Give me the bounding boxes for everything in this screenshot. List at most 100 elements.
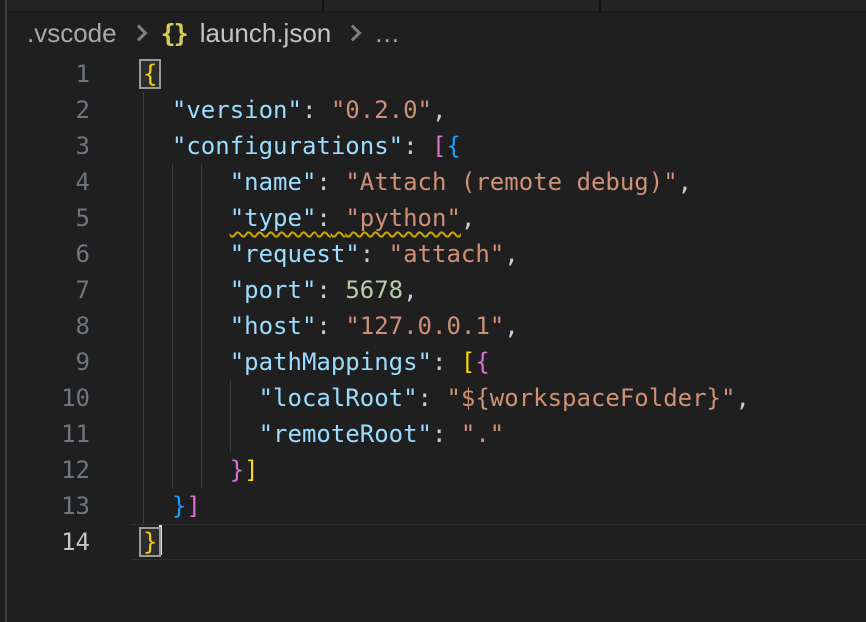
code-token — [446, 348, 460, 376]
line-number[interactable]: 9 — [0, 344, 90, 380]
line-number[interactable]: 7 — [0, 272, 90, 308]
code-token: "localRoot" — [259, 384, 418, 412]
code-token — [143, 204, 230, 232]
code-line[interactable]: 1{ — [0, 56, 866, 92]
code-token: "attach" — [389, 240, 505, 268]
line-number[interactable]: 14 — [0, 524, 90, 560]
code-token — [331, 168, 345, 196]
code-token: : — [403, 132, 417, 160]
code-token: "request" — [230, 240, 360, 268]
code-text: "localRoot": "${workspaceFolder}", — [143, 380, 750, 416]
code-line[interactable]: 13 }] — [0, 488, 866, 524]
code-line[interactable]: 9 "pathMappings": [{ — [0, 344, 866, 380]
code-token: "0.2.0" — [331, 96, 432, 124]
code-token: : — [432, 420, 446, 448]
line-number[interactable]: 1 — [0, 56, 90, 92]
code-token: : — [302, 96, 316, 124]
code-token: : — [316, 312, 330, 340]
breadcrumb-symbol-ellipsis[interactable]: ... — [375, 18, 400, 49]
code-text: "version": "0.2.0", — [143, 92, 446, 128]
code-token — [143, 168, 230, 196]
code-token: : — [432, 348, 446, 376]
code-text: "remoteRoot": "." — [143, 416, 504, 452]
code-token — [331, 204, 345, 232]
code-text: "request": "attach", — [143, 236, 519, 272]
code-token — [331, 276, 345, 304]
code-line[interactable]: 8 "host": "127.0.0.1", — [0, 308, 866, 344]
code-line[interactable]: 12 }] — [0, 452, 866, 488]
line-number[interactable]: 8 — [0, 308, 90, 344]
code-editor-area[interactable]: 1{2 "version": "0.2.0",3 "configurations… — [0, 56, 866, 560]
code-token — [143, 312, 230, 340]
code-text: }] — [143, 452, 259, 488]
code-token — [143, 456, 230, 484]
chevron-right-icon — [345, 25, 362, 42]
code-token: "port" — [230, 276, 317, 304]
code-line[interactable]: 6 "request": "attach", — [0, 236, 866, 272]
code-token — [143, 276, 230, 304]
code-text: "configurations": [{ — [143, 128, 461, 164]
code-token: [ — [432, 132, 446, 160]
code-token: ] — [186, 492, 200, 520]
code-token — [143, 420, 259, 448]
line-number[interactable]: 3 — [0, 128, 90, 164]
code-text: }] — [143, 488, 201, 524]
code-token: , — [461, 204, 475, 232]
tab-separator — [322, 0, 324, 11]
code-line[interactable]: 14} — [0, 524, 866, 560]
line-number[interactable]: 6 — [0, 236, 90, 272]
code-text: "name": "Attach (remote debug)", — [143, 164, 692, 200]
code-token: , — [678, 168, 692, 196]
line-number[interactable]: 4 — [0, 164, 90, 200]
code-token: "host" — [230, 312, 317, 340]
code-token: : — [360, 240, 374, 268]
code-token — [446, 420, 460, 448]
code-line[interactable]: 11 "remoteRoot": "." — [0, 416, 866, 452]
warning-squiggle: "type": "python" — [230, 204, 461, 232]
tab-bar[interactable] — [8, 0, 866, 12]
code-line[interactable]: 3 "configurations": [{ — [0, 128, 866, 164]
code-token — [316, 96, 330, 124]
line-number[interactable]: 10 — [0, 380, 90, 416]
code-line[interactable]: 4 "name": "Attach (remote debug)", — [0, 164, 866, 200]
bracket-match-highlight: { — [143, 60, 157, 88]
code-token: [ — [461, 348, 475, 376]
tab-separator — [599, 0, 601, 11]
code-text: } — [143, 524, 162, 560]
code-token: : — [316, 276, 330, 304]
code-text: "port": 5678, — [143, 272, 418, 308]
code-line[interactable]: 10 "localRoot": "${workspaceFolder}", — [0, 380, 866, 416]
code-token: "pathMappings" — [230, 348, 432, 376]
code-token — [143, 96, 172, 124]
code-token: } — [172, 492, 186, 520]
code-token — [143, 240, 230, 268]
line-number[interactable]: 11 — [0, 416, 90, 452]
code-token: "version" — [172, 96, 302, 124]
code-token — [143, 492, 172, 520]
code-token — [143, 384, 259, 412]
line-number[interactable]: 12 — [0, 452, 90, 488]
code-line[interactable]: 7 "port": 5678, — [0, 272, 866, 308]
line-number[interactable]: 2 — [0, 92, 90, 128]
code-line[interactable]: 5 "type": "python", — [0, 200, 866, 236]
code-token: "type" — [230, 204, 317, 232]
code-token: ] — [244, 456, 258, 484]
code-token — [374, 240, 388, 268]
code-token: "${workspaceFolder}" — [446, 384, 735, 412]
code-token: : — [418, 384, 432, 412]
code-text: "pathMappings": [{ — [143, 344, 490, 380]
code-text: { — [143, 56, 157, 92]
code-token: "remoteRoot" — [259, 420, 432, 448]
code-token: } — [230, 456, 244, 484]
code-token: { — [446, 132, 460, 160]
code-token: , — [403, 276, 417, 304]
code-token: "127.0.0.1" — [345, 312, 504, 340]
breadcrumb-file[interactable]: launch.json — [200, 18, 332, 49]
line-number[interactable]: 13 — [0, 488, 90, 524]
code-token — [143, 348, 230, 376]
breadcrumb-folder[interactable]: .vscode — [27, 18, 117, 49]
code-token: , — [504, 240, 518, 268]
code-line[interactable]: 2 "version": "0.2.0", — [0, 92, 866, 128]
line-number[interactable]: 5 — [0, 200, 90, 236]
code-token: "Attach (remote debug)" — [345, 168, 677, 196]
